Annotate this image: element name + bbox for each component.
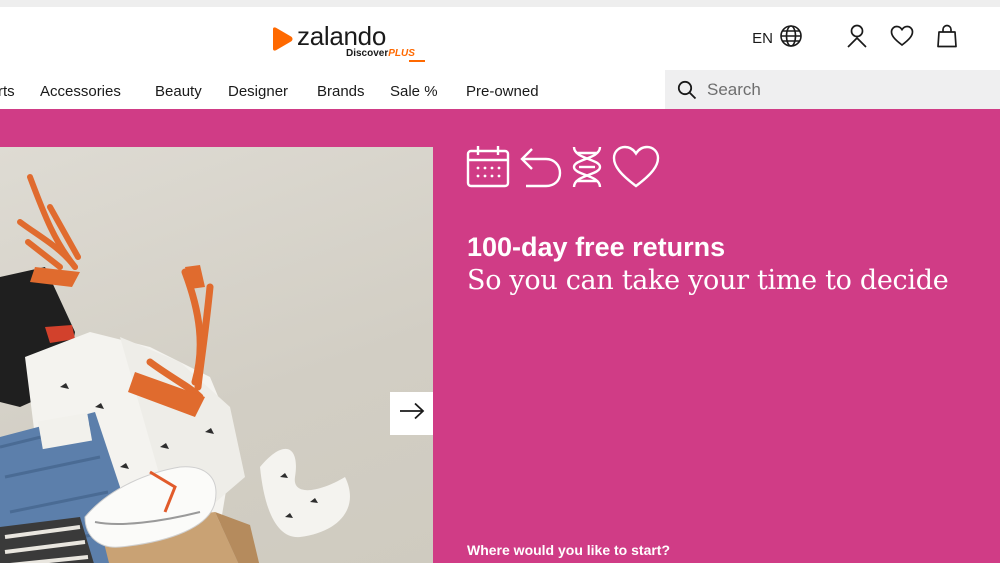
benefit-icons: [466, 145, 660, 194]
next-slide-button[interactable]: [390, 392, 433, 435]
search-input[interactable]: [707, 79, 977, 100]
nav-item-designer[interactable]: Designer: [228, 83, 288, 100]
dna-icon: [570, 145, 604, 194]
nav-item-beauty[interactable]: Beauty: [155, 83, 202, 100]
search-bar[interactable]: [665, 70, 1000, 109]
language-selector[interactable]: EN: [752, 24, 803, 52]
zalando-logo[interactable]: zalando DiscoverPLUS: [269, 21, 439, 68]
top-strip: [0, 0, 1000, 7]
site-header: zalando DiscoverPLUS EN: [0, 7, 1000, 69]
nav-item-brands[interactable]: Brands: [317, 83, 365, 100]
calendar-icon: [466, 145, 510, 194]
shopping-bag-icon: [936, 24, 958, 53]
zalando-flag-icon: [269, 26, 295, 57]
account-icon: [846, 24, 868, 53]
hero-banner: 100-day free returns So you can take you…: [0, 109, 1000, 563]
header-actions: EN: [752, 24, 960, 53]
account-button[interactable]: [844, 24, 870, 53]
globe-icon: [779, 24, 803, 52]
return-arrow-icon: [518, 145, 562, 194]
language-label: EN: [752, 29, 773, 47]
hero-illustration: [0, 174, 350, 563]
nav-item-sports[interactable]: rts: [0, 83, 15, 100]
shopping-bag-button[interactable]: [934, 24, 960, 53]
nav-item-sale[interactable]: Sale %: [390, 83, 438, 100]
logo-subtitle-text: Discover: [346, 48, 389, 59]
wishlist-button[interactable]: [889, 25, 915, 51]
logo-plus-underline: [409, 60, 425, 62]
logo-plus: PLUS: [388, 48, 415, 59]
search-icon: [677, 80, 697, 100]
arrow-right-icon: [399, 402, 425, 425]
hero-title: 100-day free returns: [467, 232, 726, 262]
heart-icon: [612, 145, 660, 194]
nav-item-pre-owned[interactable]: Pre-owned: [466, 83, 539, 100]
logo-subtitle: DiscoverPLUS: [346, 48, 415, 59]
hero-subtitle: So you can take your time to decide: [467, 265, 949, 296]
wishlist-heart-icon: [890, 25, 914, 52]
nav-item-accessories[interactable]: Accessories: [40, 83, 121, 100]
hero-image: [0, 147, 433, 563]
hero-prompt: Where would you like to start?: [467, 542, 671, 558]
